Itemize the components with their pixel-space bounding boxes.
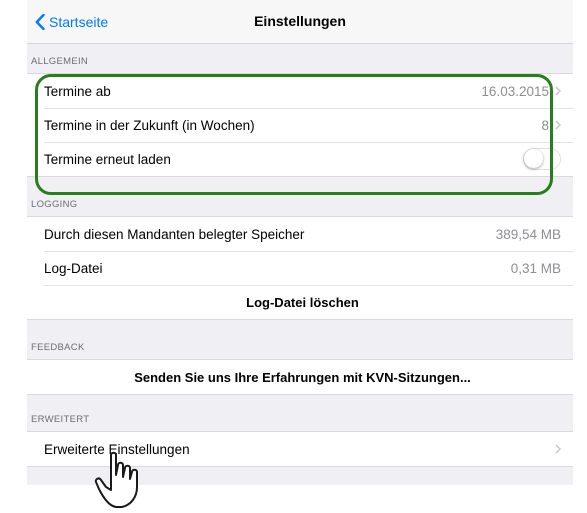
- row-value: 8: [541, 117, 549, 133]
- row-label: Termine erneut laden: [44, 151, 171, 167]
- group-allgemein: Termine ab 16.03.2015 Termine in der Zuk…: [27, 73, 573, 177]
- section-header-logging: LOGGING: [31, 199, 78, 210]
- row-label: Termine ab: [44, 83, 111, 99]
- settings-screen: Startseite Einstellungen ALLGEMEIN Termi…: [27, 0, 573, 485]
- row-value: 389,54 MB: [495, 226, 561, 242]
- row-label: Termine in der Zukunft (in Wochen): [44, 117, 255, 133]
- page-title: Einstellungen: [254, 13, 346, 29]
- reload-toggle-switch[interactable]: [523, 148, 561, 170]
- section-header-feedback: FEEDBACK: [31, 342, 85, 353]
- chevron-right-icon: [555, 86, 561, 96]
- hand-pointer-icon: [94, 451, 138, 508]
- delete-log-button[interactable]: Log-Datei löschen: [27, 285, 573, 319]
- row-log-datei: Log-Datei 0,31 MB: [27, 251, 573, 285]
- toggle-knob: [524, 149, 543, 168]
- section-header-erweitert: ERWEITERT: [31, 414, 90, 425]
- group-feedback: Senden Sie uns Ihre Erfahrungen mit KVN-…: [27, 359, 573, 395]
- chevron-right-icon: [555, 120, 561, 130]
- row-label: Log-Datei: [44, 260, 103, 276]
- send-feedback-button[interactable]: Senden Sie uns Ihre Erfahrungen mit KVN-…: [27, 360, 573, 394]
- row-label: Durch diesen Mandanten belegter Speicher: [44, 226, 305, 242]
- row-termine-zukunft[interactable]: Termine in der Zukunft (in Wochen) 8: [27, 108, 573, 142]
- row-belegter-speicher: Durch diesen Mandanten belegter Speicher…: [27, 217, 573, 251]
- navigation-bar: Startseite Einstellungen: [27, 0, 573, 44]
- row-termine-erneut-laden: Termine erneut laden: [27, 142, 573, 176]
- row-termine-ab[interactable]: Termine ab 16.03.2015: [27, 74, 573, 108]
- row-value: 0,31 MB: [510, 260, 561, 276]
- row-value: 16.03.2015: [481, 83, 549, 99]
- group-logging: Durch diesen Mandanten belegter Speicher…: [27, 216, 573, 320]
- chevron-right-icon: [555, 444, 561, 454]
- section-header-allgemein: ALLGEMEIN: [31, 56, 89, 67]
